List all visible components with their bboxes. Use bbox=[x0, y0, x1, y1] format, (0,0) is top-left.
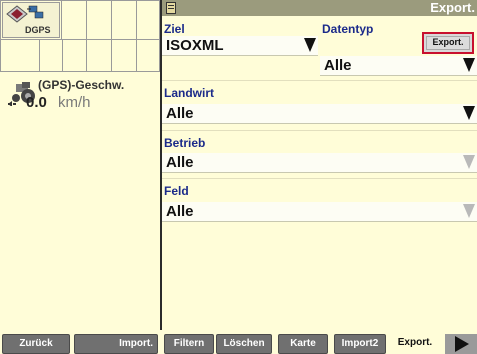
betrieb-value: Alle bbox=[166, 154, 194, 171]
import2-button[interactable]: Import2 bbox=[334, 334, 386, 354]
export-panel: Export. Ziel ISOXML Datentyp Alle Export… bbox=[162, 0, 477, 330]
separator bbox=[162, 178, 477, 179]
status-cell bbox=[111, 0, 137, 40]
chevron-down-icon bbox=[463, 204, 475, 218]
chevron-down-icon bbox=[463, 155, 475, 169]
betrieb-dropdown[interactable]: Alle bbox=[162, 153, 477, 173]
status-cell bbox=[62, 39, 87, 72]
ziel-dropdown[interactable]: ISOXML bbox=[162, 36, 318, 56]
play-arrow-icon bbox=[455, 336, 469, 352]
status-cell bbox=[0, 39, 40, 72]
status-cell bbox=[136, 0, 160, 40]
map-button[interactable]: Karte bbox=[278, 334, 328, 354]
gps-label: DGPS bbox=[25, 25, 51, 35]
datentyp-value: Alle bbox=[324, 57, 352, 74]
status-cell bbox=[86, 39, 112, 72]
export-tab-button[interactable]: Export. bbox=[388, 334, 442, 354]
document-icon bbox=[166, 2, 176, 14]
feld-label: Feld bbox=[164, 184, 189, 198]
status-cell bbox=[61, 0, 87, 40]
betrieb-label: Betrieb bbox=[164, 136, 206, 150]
status-cell bbox=[111, 39, 137, 72]
export-button-label: Export. bbox=[432, 37, 464, 47]
ziel-value: ISOXML bbox=[166, 37, 224, 54]
separator bbox=[162, 130, 477, 131]
speed-unit: km/h bbox=[58, 94, 91, 111]
landwirt-dropdown[interactable]: Alle bbox=[162, 104, 477, 124]
chevron-down-icon bbox=[463, 58, 475, 72]
landwirt-label: Landwirt bbox=[164, 86, 214, 100]
panel-titlebar: Export. bbox=[162, 0, 477, 16]
chevron-down-icon bbox=[304, 38, 316, 52]
status-panel: DGPS (GPS)-Geschw. 0.0 km/h bbox=[0, 0, 160, 330]
chevron-down-icon bbox=[463, 106, 475, 120]
ziel-label: Ziel bbox=[164, 22, 185, 36]
bottom-toolbar: Zurück Import. Filtern Löschen Karte Imp… bbox=[0, 330, 477, 354]
gps-satellite-icon bbox=[6, 5, 44, 23]
next-button[interactable] bbox=[445, 334, 477, 354]
back-button[interactable]: Zurück bbox=[2, 334, 70, 354]
speed-value: 0.0 bbox=[26, 94, 47, 111]
speed-title: (GPS)-Geschw. bbox=[38, 78, 125, 92]
status-cell bbox=[86, 0, 112, 40]
export-button[interactable]: Export. bbox=[422, 32, 474, 54]
filter-button[interactable]: Filtern bbox=[164, 334, 214, 354]
datentyp-label: Datentyp bbox=[322, 22, 374, 36]
import-button[interactable]: Import. bbox=[74, 334, 158, 354]
panel-title: Export. bbox=[430, 0, 475, 15]
gps-status: DGPS bbox=[2, 2, 60, 38]
feld-value: Alle bbox=[166, 203, 194, 220]
separator bbox=[162, 80, 477, 81]
feld-dropdown[interactable]: Alle bbox=[162, 202, 477, 222]
status-cell bbox=[39, 39, 63, 72]
delete-button[interactable]: Löschen bbox=[216, 334, 272, 354]
status-cell bbox=[136, 39, 160, 72]
landwirt-value: Alle bbox=[166, 105, 194, 122]
datentyp-dropdown[interactable]: Alle bbox=[320, 56, 477, 76]
